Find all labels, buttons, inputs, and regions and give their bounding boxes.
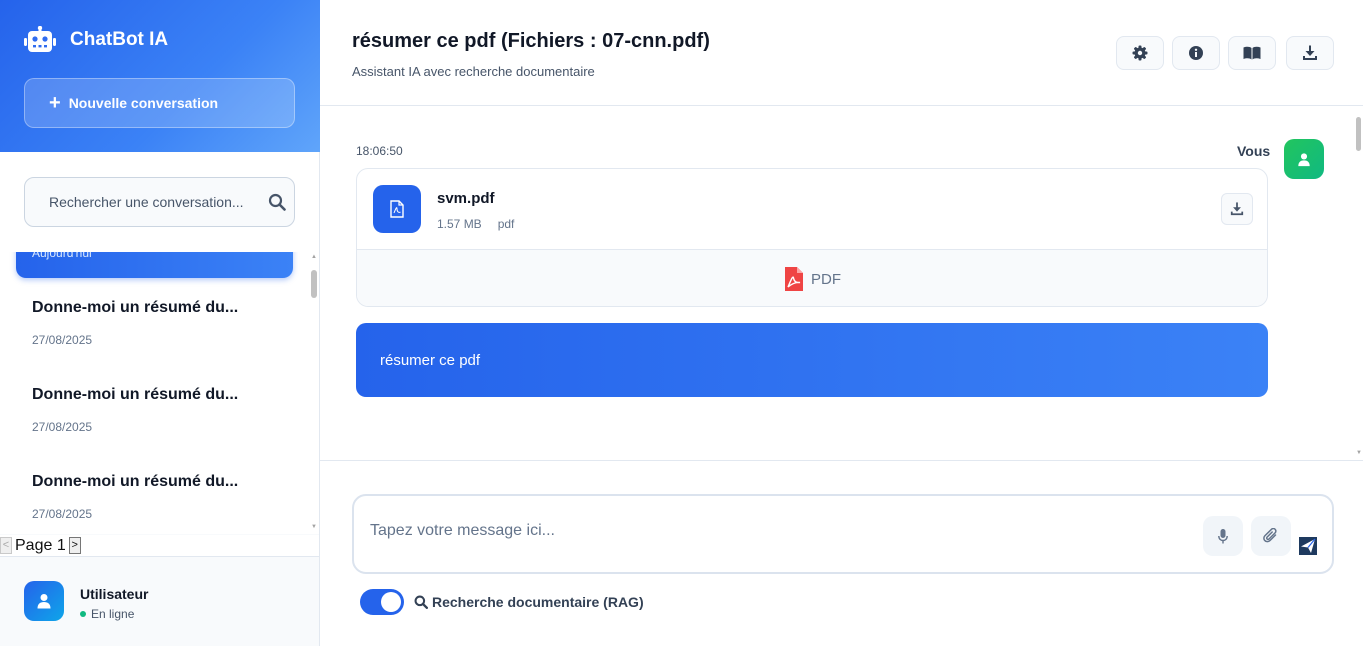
conversation-date: 27/08/2025 xyxy=(32,420,93,434)
brand-title: ChatBot IA xyxy=(70,29,169,50)
download-icon xyxy=(1230,202,1244,216)
message-input-box xyxy=(352,494,1334,574)
next-page-button[interactable]: > xyxy=(68,537,81,554)
scroll-down-icon[interactable]: ▼ xyxy=(311,524,317,530)
send-icon[interactable] xyxy=(1299,537,1317,555)
message-sender: Vous xyxy=(1237,143,1271,159)
scroll-thumb[interactable] xyxy=(311,270,317,298)
chat-header: résumer ce pdf (Fichiers : 07-cnn.pdf) A… xyxy=(320,0,1363,106)
conversation-date: 27/08/2025 xyxy=(32,333,93,347)
file-header: svm.pdf 1.57 MB pdf xyxy=(357,169,1267,250)
file-download-button[interactable] xyxy=(1221,193,1253,225)
chat-main: résumer ce pdf (Fichiers : 07-cnn.pdf) A… xyxy=(320,0,1363,646)
toggle-knob xyxy=(381,592,401,612)
message-timestamp: 18:06:50 xyxy=(356,144,403,158)
attach-button[interactable] xyxy=(1251,516,1291,556)
user-icon xyxy=(37,594,51,609)
conversation-item-active[interactable]: Aujourd'hui xyxy=(16,252,293,278)
rag-label-text: Recherche documentaire (RAG) xyxy=(432,594,644,610)
pdf-file-icon xyxy=(390,200,404,218)
new-conversation-button[interactable]: + Nouvelle conversation xyxy=(24,78,295,128)
user-message-bubble: résumer ce pdf xyxy=(356,323,1268,397)
pdf-icon xyxy=(785,267,803,291)
message-scrollbar[interactable]: ▼ xyxy=(1355,107,1363,460)
file-name: svm.pdf xyxy=(437,190,495,207)
search-icon[interactable] xyxy=(268,193,286,211)
message-input[interactable] xyxy=(370,522,1190,540)
plus-icon: + xyxy=(49,92,61,114)
file-preview-label: PDF xyxy=(811,270,841,288)
documents-button[interactable] xyxy=(1228,36,1276,70)
file-meta: 1.57 MB pdf xyxy=(437,217,514,231)
page-label: Page 1 xyxy=(15,536,66,554)
sidebar-header: ChatBot IA + Nouvelle conversation xyxy=(0,0,320,152)
conversation-date: 27/08/2025 xyxy=(32,507,93,521)
file-preview[interactable]: PDF xyxy=(357,250,1267,306)
paperclip-icon xyxy=(1263,528,1277,543)
user-status: En ligne xyxy=(80,607,134,621)
avatar xyxy=(1284,139,1324,179)
info-icon xyxy=(1189,46,1203,60)
user-icon xyxy=(1298,152,1310,166)
user-status-label: En ligne xyxy=(91,607,135,621)
pagination: < Page 1 > xyxy=(0,535,319,556)
download-icon xyxy=(1303,45,1317,60)
scroll-down-icon[interactable]: ▼ xyxy=(1355,450,1363,456)
robot-icon xyxy=(24,26,56,52)
file-type-badge xyxy=(373,185,421,233)
conversation-list: Aujourd'hui Donne-moi un résumé du... 27… xyxy=(0,252,319,534)
file-size: 1.57 MB xyxy=(437,217,482,231)
page-subtitle: Assistant IA avec recherche documentaire xyxy=(352,64,595,79)
conversation-title: Donne-moi un résumé du... xyxy=(32,473,239,490)
scroll-up-icon[interactable]: ▲ xyxy=(311,254,317,260)
rag-control: Recherche documentaire (RAG) xyxy=(360,589,644,615)
conversation-item[interactable]: Donne-moi un résumé du... 27/08/2025 xyxy=(16,473,293,534)
book-icon xyxy=(1243,46,1261,60)
message-area: 18:06:50 Vous svm.pdf 1.57 MB pdf PDF ré… xyxy=(320,107,1363,460)
user-name: Utilisateur xyxy=(80,586,149,602)
download-button[interactable] xyxy=(1286,36,1334,70)
settings-button[interactable] xyxy=(1116,36,1164,70)
conversation-date: Aujourd'hui xyxy=(32,252,92,260)
page-title: résumer ce pdf (Fichiers : 07-cnn.pdf) xyxy=(352,30,710,52)
rag-toggle[interactable] xyxy=(360,589,404,615)
composer: Recherche documentaire (RAG) xyxy=(320,460,1363,646)
online-dot-icon xyxy=(80,611,86,617)
search-box xyxy=(24,177,295,227)
scroll-thumb[interactable] xyxy=(1356,117,1361,151)
conversation-title: Donne-moi un résumé du... xyxy=(32,386,239,403)
conversation-title: Donne-moi un résumé du... xyxy=(32,299,239,316)
conversation-item[interactable]: Donne-moi un résumé du... 27/08/2025 xyxy=(16,386,293,466)
sidebar: ChatBot IA + Nouvelle conversation Aujou… xyxy=(0,0,320,646)
gear-icon xyxy=(1132,45,1148,61)
new-conversation-label: Nouvelle conversation xyxy=(68,95,219,111)
conversation-item[interactable]: Donne-moi un résumé du... 27/08/2025 xyxy=(16,299,293,379)
microphone-icon xyxy=(1218,528,1228,543)
search-input[interactable] xyxy=(49,194,259,210)
voice-button[interactable] xyxy=(1203,516,1243,556)
search-icon xyxy=(414,595,428,609)
rag-label: Recherche documentaire (RAG) xyxy=(414,594,644,610)
prev-page-button[interactable]: < xyxy=(0,537,12,554)
info-button[interactable] xyxy=(1172,36,1220,70)
user-panel: Utilisateur En ligne xyxy=(0,556,319,646)
file-type: pdf xyxy=(497,217,515,231)
conversation-scrollbar[interactable]: ▲ ▼ xyxy=(311,252,317,534)
file-attachment[interactable]: svm.pdf 1.57 MB pdf PDF xyxy=(356,168,1268,307)
message-text: résumer ce pdf xyxy=(380,351,481,369)
avatar[interactable] xyxy=(24,581,64,621)
search-section xyxy=(0,152,319,252)
brand: ChatBot IA xyxy=(24,26,168,54)
